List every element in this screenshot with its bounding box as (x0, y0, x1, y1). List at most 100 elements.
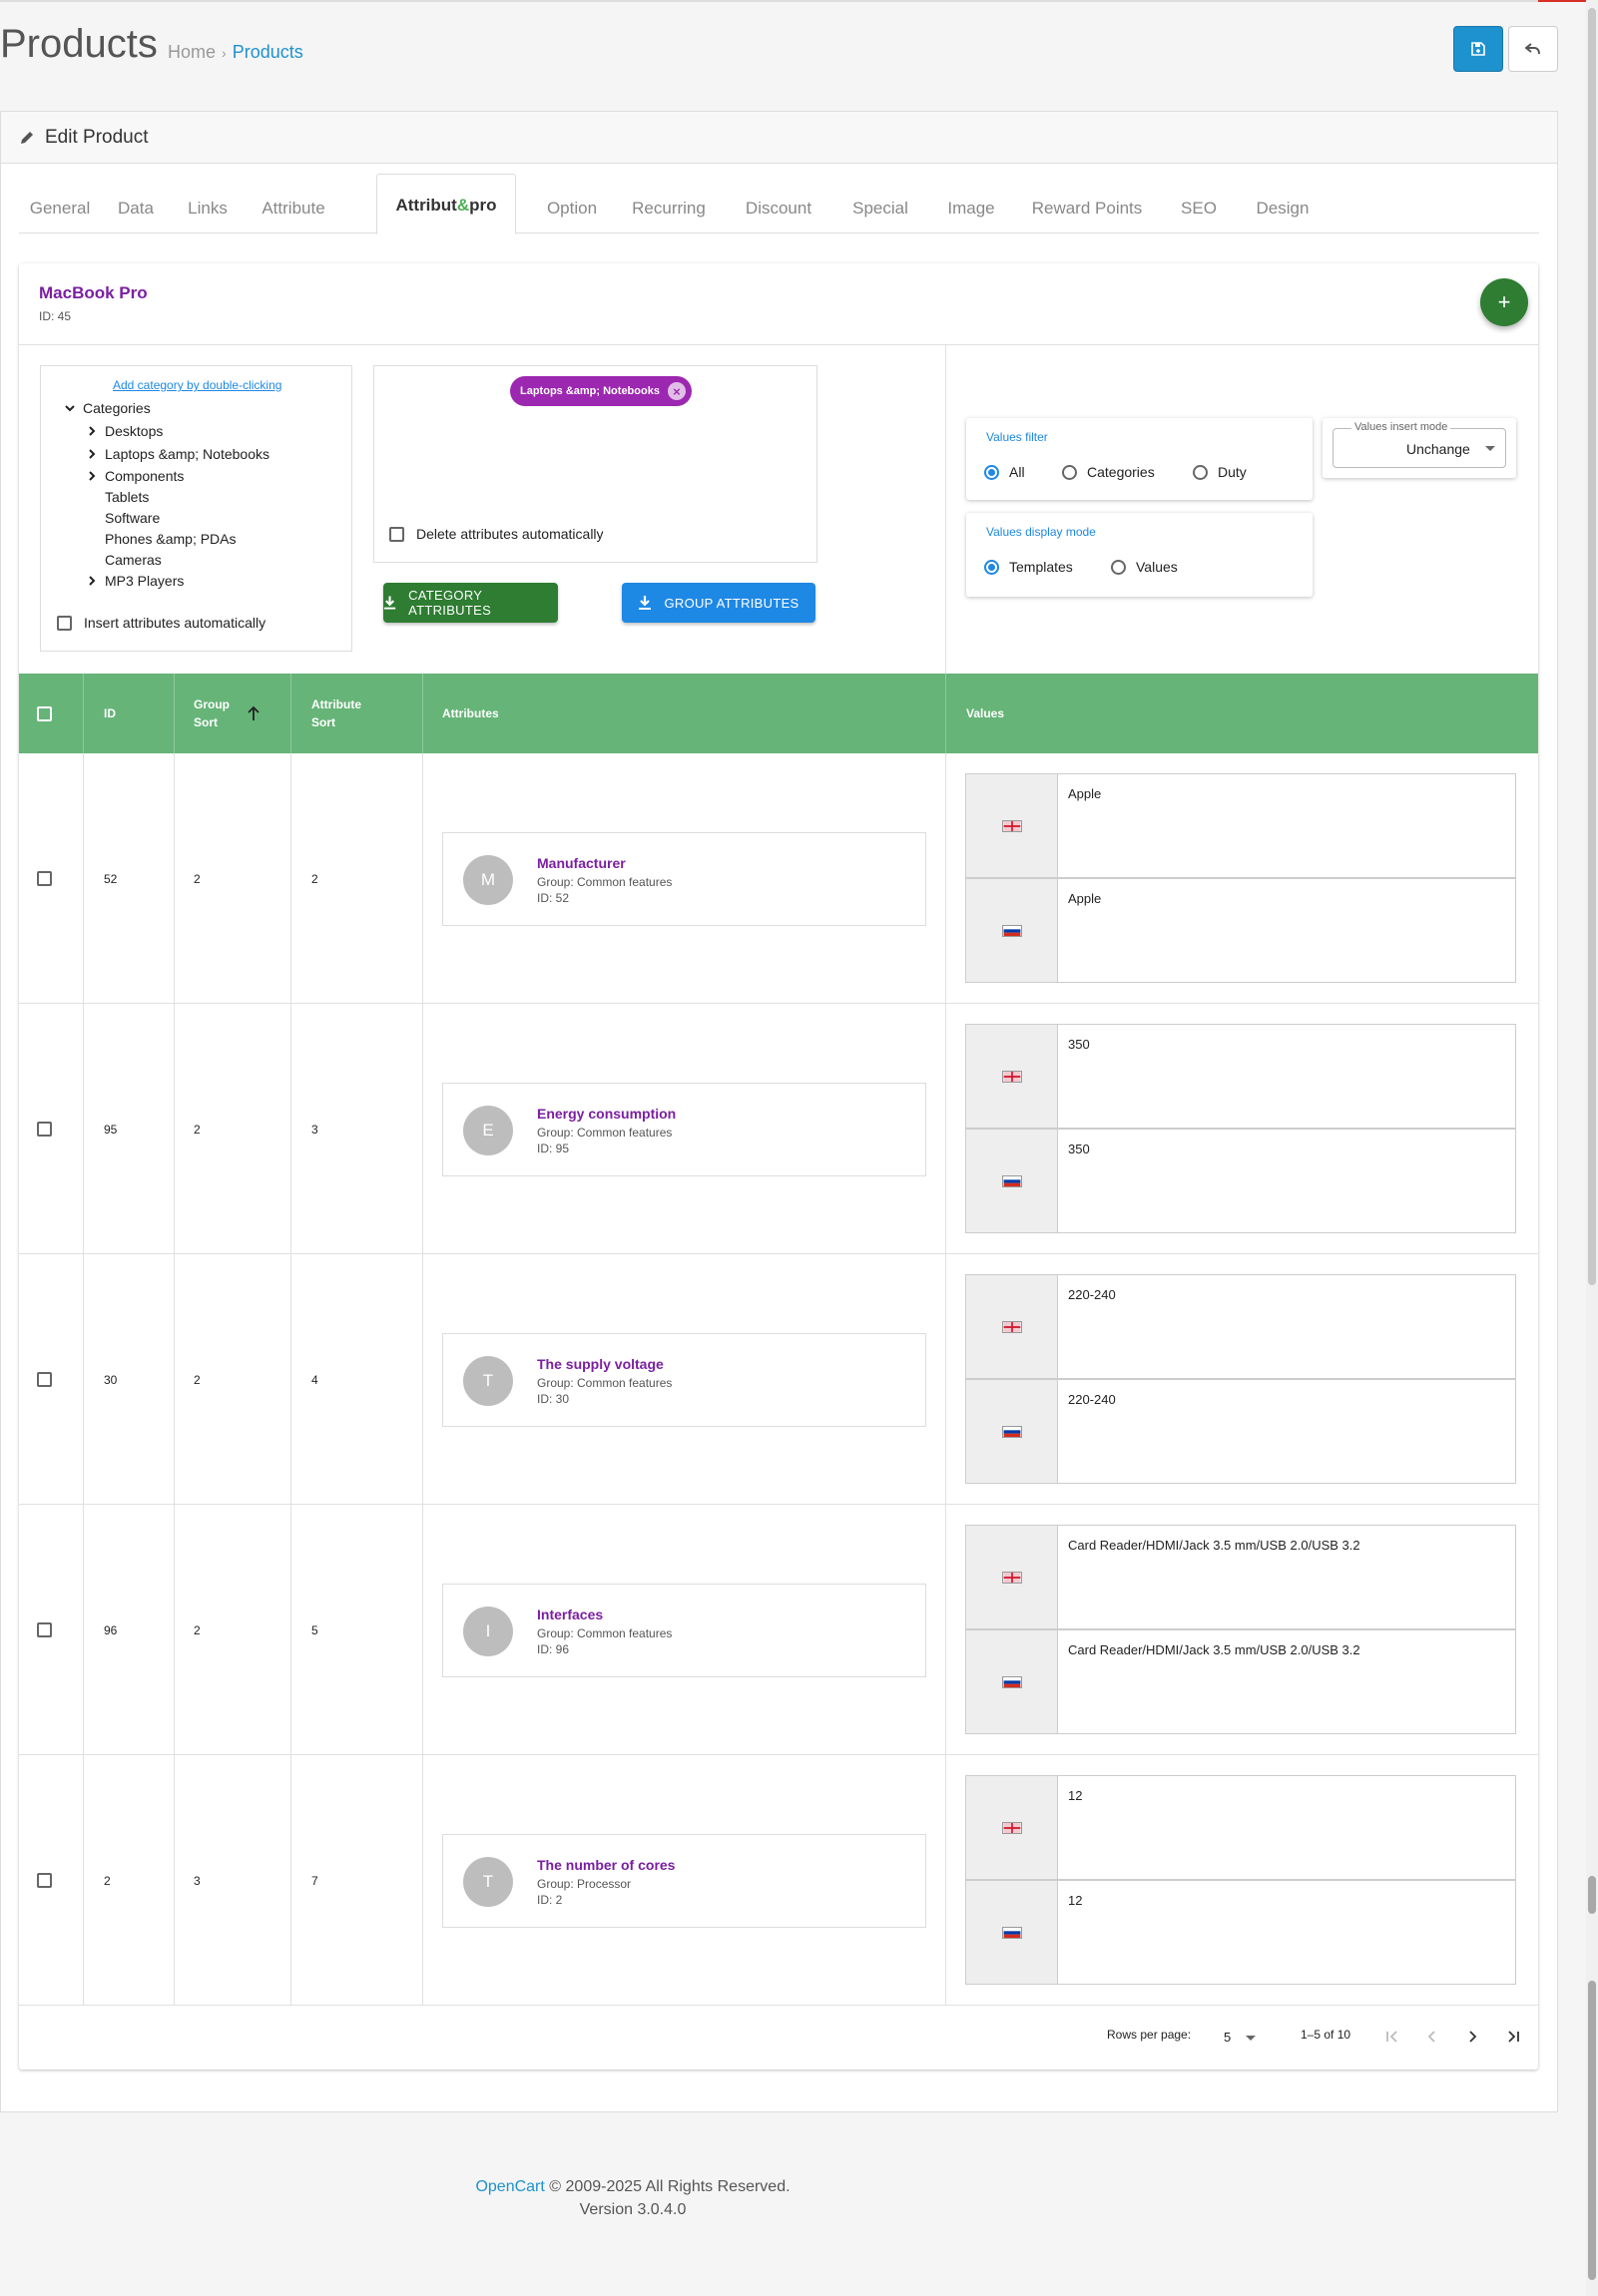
display-values[interactable]: Values (1111, 559, 1178, 575)
filter-categories[interactable]: Categories (1062, 464, 1155, 480)
category-chip[interactable]: Laptops &amp; Notebooks × (510, 376, 692, 406)
row-checkbox[interactable] (37, 1873, 52, 1888)
flag-ru-icon (966, 1380, 1058, 1483)
value-field-en[interactable]: Apple (965, 773, 1516, 878)
breadcrumb-home[interactable]: Home (168, 42, 216, 62)
rows-per-page-select[interactable]: 5 (1224, 2030, 1231, 2045)
tab-discount[interactable]: Discount (724, 184, 833, 233)
first-page-icon[interactable] (1381, 2026, 1403, 2048)
tree-item-desktops[interactable]: Desktops (85, 423, 163, 439)
tree-item-software[interactable]: Software (105, 510, 160, 526)
value-field-ru[interactable]: 350 (965, 1129, 1516, 1233)
insert-attributes-auto[interactable]: Insert attributes automatically (57, 615, 266, 631)
attribute-card[interactable]: M Manufacturer Group: Common features ID… (442, 832, 926, 926)
value-text: Card Reader/HDMI/Jack 3.5 mm/USB 2.0/USB… (1068, 1538, 1360, 1553)
tab-option[interactable]: Option (530, 184, 614, 233)
back-button[interactable] (1508, 26, 1558, 72)
select-value: Unchange (1406, 441, 1470, 457)
dropdown-arrow-icon[interactable] (1485, 446, 1495, 451)
breadcrumb-products[interactable]: Products (233, 42, 303, 62)
next-page-icon[interactable] (1461, 2026, 1483, 2048)
radio[interactable] (1193, 464, 1208, 480)
value-field-en[interactable]: 350 (965, 1024, 1516, 1129)
row-checkbox[interactable] (37, 1372, 52, 1387)
tab-seo[interactable]: SEO (1159, 184, 1239, 233)
chevron-right-icon[interactable] (85, 574, 99, 588)
row-checkbox[interactable] (37, 871, 52, 886)
avatar: T (463, 1356, 513, 1406)
radio-selected[interactable] (984, 559, 999, 575)
filter-duty[interactable]: Duty (1193, 464, 1247, 480)
display-templates[interactable]: Templates (984, 559, 1073, 575)
insert-auto-checkbox[interactable] (57, 615, 72, 631)
col-attribute-sort[interactable]: Attribute Sort (311, 674, 361, 753)
radio[interactable] (1062, 464, 1077, 480)
tree-item-phones[interactable]: Phones &amp; PDAs (105, 531, 237, 547)
tab-links[interactable]: Links (171, 184, 245, 233)
filter-all[interactable]: All (984, 464, 1025, 480)
opencart-link[interactable]: OpenCart (475, 2178, 544, 2195)
tree-root-categories[interactable]: Categories (63, 400, 151, 416)
group-attributes-button[interactable]: GROUP ATTRIBUTES (622, 583, 815, 623)
scrollbar-thumb[interactable] (1588, 8, 1596, 1285)
tree-item-laptops[interactable]: Laptops &amp; Notebooks (85, 446, 269, 462)
category-attributes-button[interactable]: CATEGORY ATTRIBUTES (383, 583, 558, 623)
table-row: 52 2 2 M Manufacturer Group: Common feat… (19, 753, 1538, 1004)
attribute-card[interactable]: T The supply voltage Group: Common featu… (442, 1333, 926, 1427)
col-values[interactable]: Values (966, 674, 1004, 753)
chip-remove-icon[interactable]: × (667, 382, 686, 400)
value-field-ru[interactable]: 12 (965, 1880, 1516, 1985)
value-field-en[interactable]: 220-240 (965, 1274, 1516, 1379)
tab-general[interactable]: General (19, 184, 101, 233)
value-field-en[interactable]: Card Reader/HDMI/Jack 3.5 mm/USB 2.0/USB… (965, 1525, 1516, 1629)
value-text: 220-240 (1068, 1287, 1116, 1302)
chevron-right-icon[interactable] (85, 469, 99, 483)
attribute-card[interactable]: I Interfaces Group: Common features ID: … (442, 1584, 926, 1677)
tab-reward-points[interactable]: Reward Points (1015, 184, 1159, 233)
last-page-icon[interactable] (1502, 2026, 1524, 2048)
col-group-sort[interactable]: Group Sort (194, 674, 262, 753)
tab-attribute[interactable]: Attribute (245, 184, 342, 233)
sort-arrow-up-icon[interactable] (246, 704, 262, 722)
row-checkbox[interactable] (37, 1622, 52, 1637)
add-attribute-button[interactable]: + (1480, 278, 1528, 326)
col-attributes[interactable]: Attributes (442, 674, 499, 753)
tab-data[interactable]: Data (101, 184, 171, 233)
value-field-ru[interactable]: 220-240 (965, 1379, 1516, 1484)
add-category-hint[interactable]: Add category by double-clicking (113, 378, 281, 392)
delete-attributes-auto[interactable]: Delete attributes automatically (389, 526, 604, 542)
dropdown-arrow-icon[interactable] (1246, 2036, 1256, 2041)
scrollbar[interactable] (1586, 0, 1598, 2296)
page-footer: OpenCart © 2009-2025 All Rights Reserved… (0, 2175, 1266, 2221)
tree-item-mp3-players[interactable]: MP3 Players (85, 573, 184, 589)
col-id[interactable]: ID (104, 674, 116, 753)
chevron-down-icon[interactable] (63, 401, 77, 415)
attribute-group: Group: Common features (537, 1376, 673, 1390)
values-insert-mode-select[interactable]: Values insert mode Unchange (1332, 421, 1506, 468)
select-all-checkbox[interactable] (37, 705, 52, 721)
tab-attributpro[interactable]: Attribut&pro (376, 174, 516, 234)
value-field-ru[interactable]: Card Reader/HDMI/Jack 3.5 mm/USB 2.0/USB… (965, 1629, 1516, 1734)
value-field-en[interactable]: 12 (965, 1775, 1516, 1880)
tree-item-tablets[interactable]: Tablets (105, 489, 149, 505)
values-filter-title: Values filter (986, 430, 1048, 444)
chevron-right-icon[interactable] (85, 424, 99, 438)
tree-item-components[interactable]: Components (85, 468, 184, 484)
chevron-right-icon[interactable] (85, 447, 99, 461)
tab-recurring[interactable]: Recurring (614, 184, 724, 233)
table-row: 30 2 4 T The supply voltage Group: Commo… (19, 1254, 1538, 1505)
radio[interactable] (1111, 559, 1126, 575)
attribute-card[interactable]: T The number of cores Group: Processor I… (442, 1834, 926, 1928)
radio-selected[interactable] (984, 464, 999, 480)
tab-design[interactable]: Design (1239, 184, 1327, 233)
delete-auto-checkbox[interactable] (389, 526, 404, 542)
cell-id: 95 (104, 1122, 118, 1137)
tree-item-cameras[interactable]: Cameras (105, 552, 162, 568)
value-field-ru[interactable]: Apple (965, 878, 1516, 983)
tab-image[interactable]: Image (927, 184, 1015, 233)
row-checkbox[interactable] (37, 1122, 52, 1137)
tab-special[interactable]: Special (833, 184, 927, 233)
save-button[interactable] (1453, 26, 1503, 72)
prev-page-icon[interactable] (1421, 2026, 1443, 2048)
attribute-card[interactable]: E Energy consumption Group: Common featu… (442, 1083, 926, 1176)
